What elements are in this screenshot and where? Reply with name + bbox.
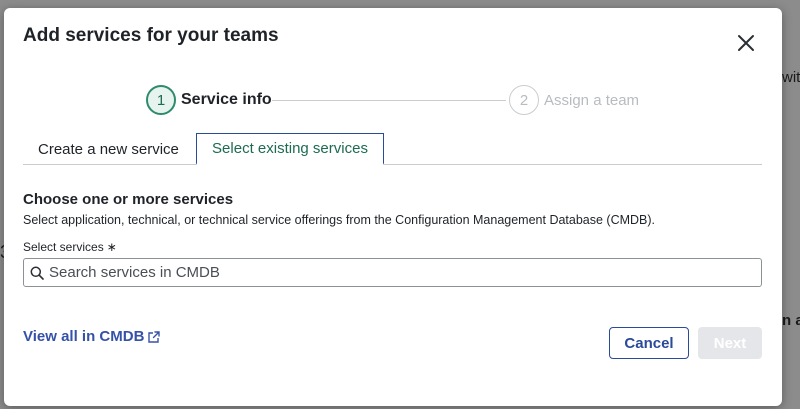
dialog-title: Add services for your teams bbox=[23, 25, 279, 46]
section-heading: Choose one or more services bbox=[23, 191, 234, 208]
background-text-fragment: with bbox=[782, 69, 800, 86]
view-all-in-cmdb-link[interactable]: View all in CMDB bbox=[23, 328, 161, 345]
step-1-label: Service info bbox=[181, 91, 272, 108]
add-services-dialog: Add services for your teams 1 Service in… bbox=[4, 8, 782, 406]
step-2-indicator: 2 bbox=[509, 85, 539, 115]
next-button[interactable]: Next bbox=[698, 327, 762, 359]
view-all-in-cmdb-label: View all in CMDB bbox=[23, 328, 145, 345]
search-icon bbox=[30, 266, 44, 280]
section-description: Select application, technical, or techni… bbox=[23, 213, 656, 227]
stepper-connector bbox=[272, 100, 506, 101]
search-services-input[interactable] bbox=[49, 264, 761, 281]
required-asterisk: ∗ bbox=[106, 240, 117, 254]
close-button[interactable] bbox=[735, 32, 757, 54]
close-icon bbox=[738, 35, 754, 51]
cancel-button[interactable]: Cancel bbox=[609, 327, 689, 359]
step-1-indicator: 1 bbox=[146, 85, 176, 115]
select-services-label: Select services ∗ bbox=[23, 240, 117, 254]
external-link-icon bbox=[148, 330, 161, 343]
background-text-fragment: n al bbox=[782, 312, 800, 329]
tab-create-new-service[interactable]: Create a new service bbox=[38, 133, 179, 165]
select-services-label-text: Select services bbox=[23, 240, 104, 254]
step-2-label: Assign a team bbox=[544, 92, 640, 109]
tab-select-existing-services[interactable]: Select existing services bbox=[196, 133, 384, 165]
search-services-field[interactable] bbox=[23, 258, 762, 287]
